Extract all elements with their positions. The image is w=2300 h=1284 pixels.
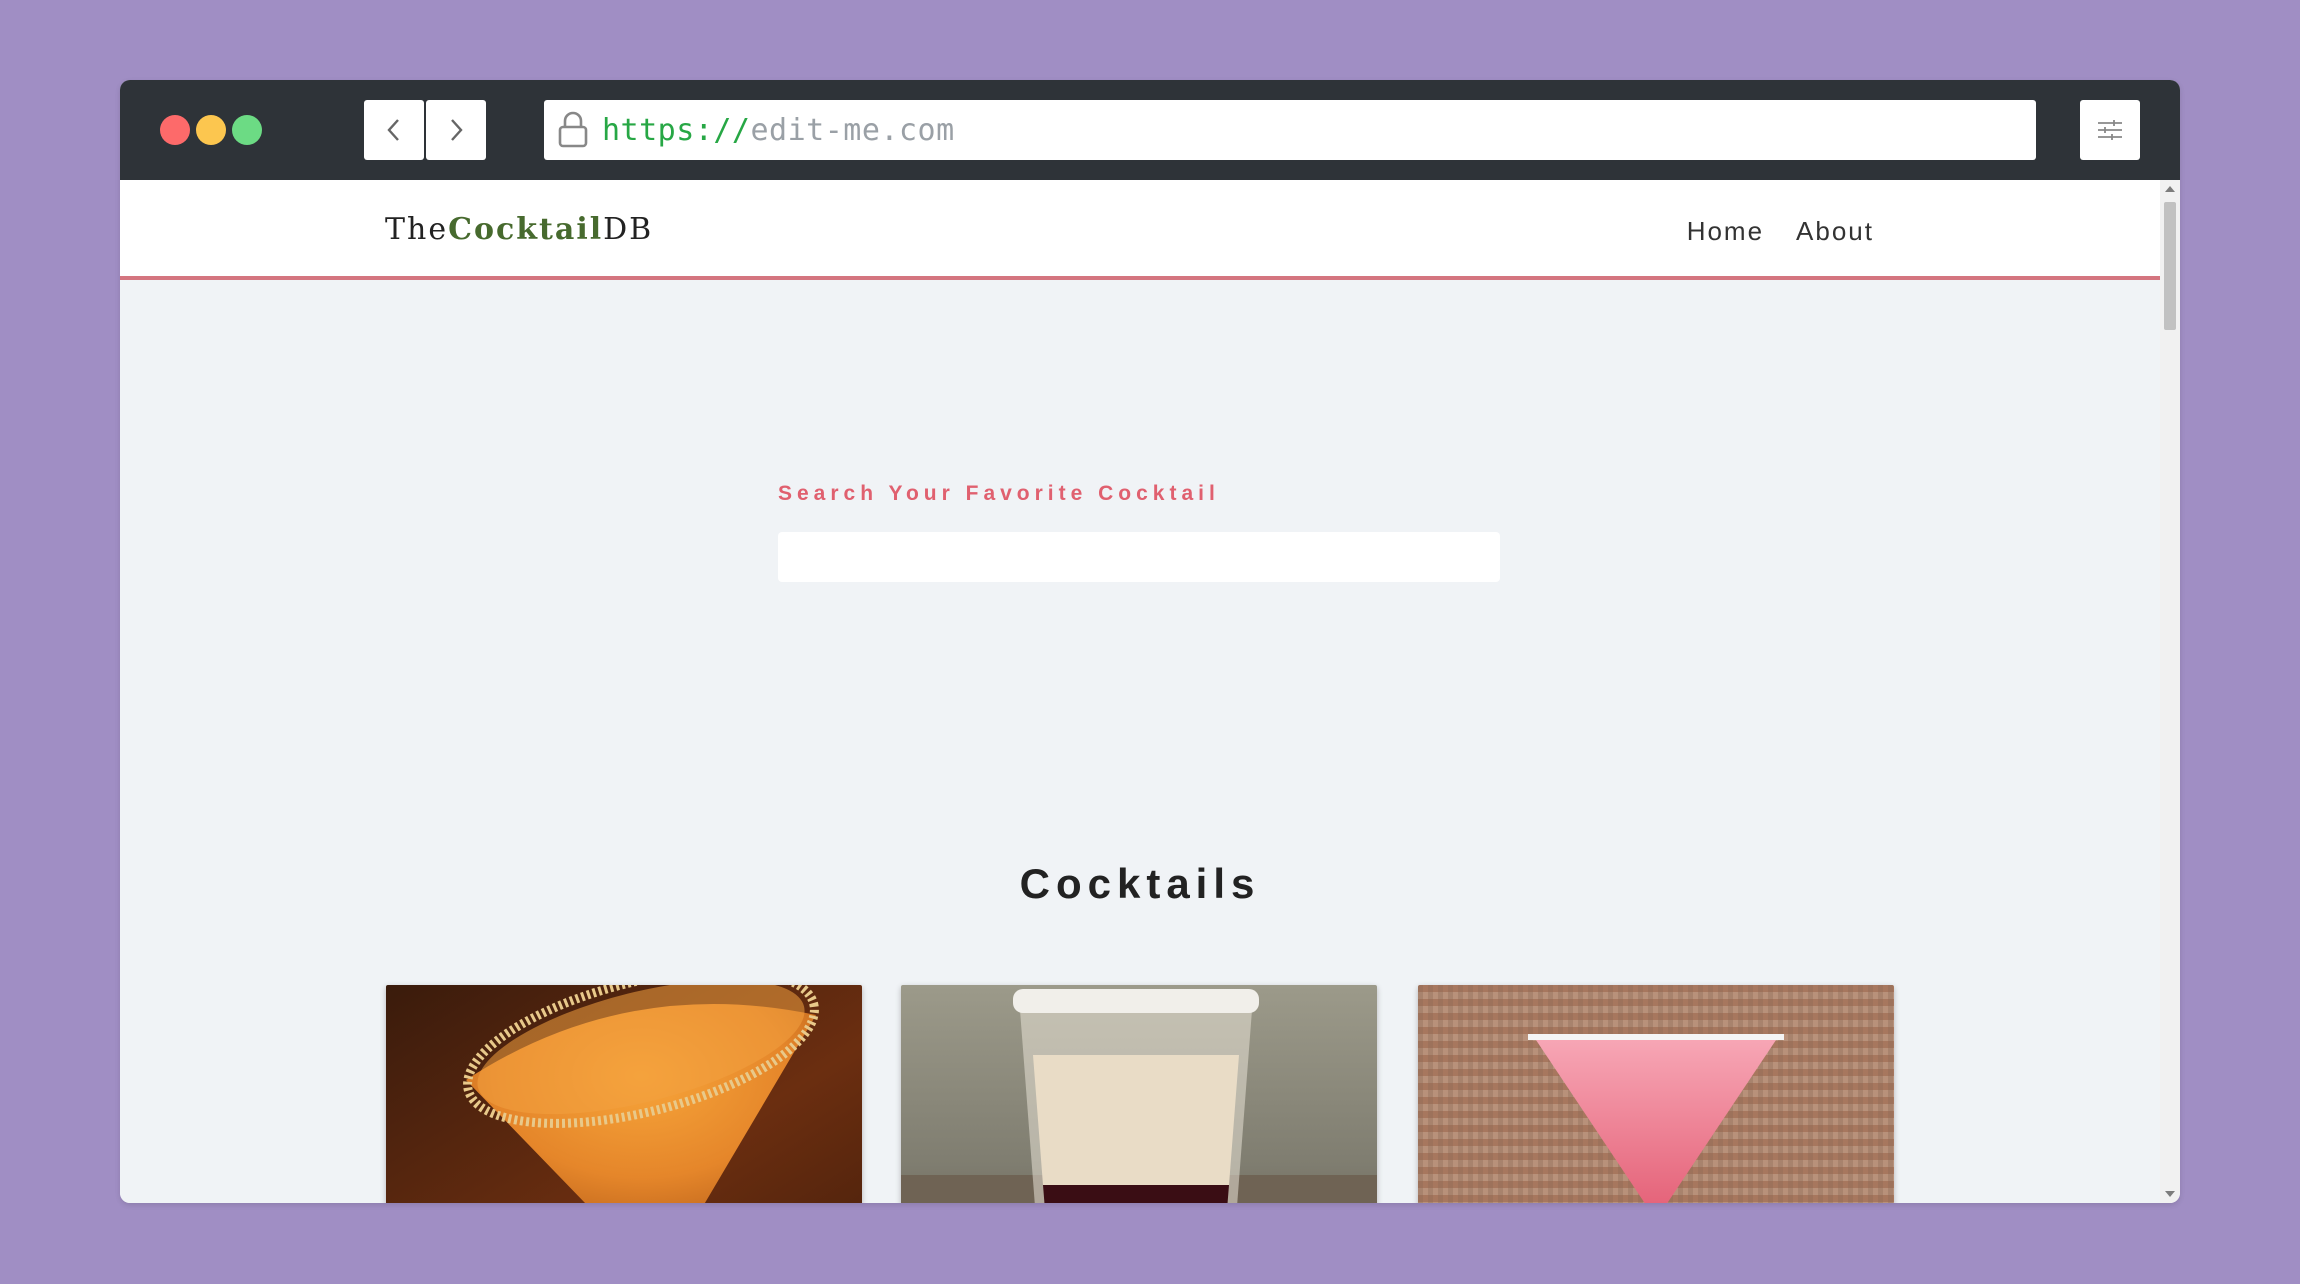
chevron-left-icon [387, 119, 399, 141]
nav-link-about[interactable]: About [1796, 216, 1874, 247]
scroll-up-icon[interactable] [2165, 186, 2175, 192]
url-host: edit-me.com [750, 112, 955, 148]
search-input[interactable] [778, 532, 1500, 582]
cocktail-image [386, 985, 862, 1203]
web-page: TheCocktailDB Home About Search Your Fav… [120, 180, 2160, 1203]
vertical-scrollbar[interactable] [2160, 180, 2180, 1203]
site-logo[interactable]: TheCocktailDB [385, 212, 653, 247]
close-window-button[interactable] [160, 115, 190, 145]
url-scheme: https:// [602, 112, 751, 148]
logo-suffix: DB [603, 212, 654, 247]
url-text: https://edit-me.com [602, 113, 955, 148]
nav-links: Home About [1687, 216, 1874, 247]
address-bar[interactable]: https://edit-me.com [544, 100, 2036, 160]
forward-button[interactable] [426, 100, 486, 160]
back-button[interactable] [364, 100, 424, 160]
scrollbar-thumb[interactable] [2164, 202, 2176, 330]
browser-toolbar: https://edit-me.com [120, 80, 2180, 180]
logo-prefix: The [385, 212, 449, 247]
cocktail-image [1418, 985, 1894, 1203]
scroll-down-icon[interactable] [2165, 1191, 2175, 1197]
maximize-window-button[interactable] [232, 115, 262, 145]
cocktail-card[interactable] [901, 985, 1377, 1203]
site-navbar: TheCocktailDB Home About [120, 180, 2160, 280]
chevron-right-icon [451, 119, 463, 141]
search-label: Search Your Favorite Cocktail [778, 482, 1220, 505]
cocktail-image [901, 985, 1377, 1203]
browser-window: https://edit-me.com TheCocktailDB Home A… [120, 80, 2180, 1203]
minimize-window-button[interactable] [196, 115, 226, 145]
nav-link-home[interactable]: Home [1687, 216, 1764, 247]
sliders-icon [2098, 120, 2122, 140]
settings-button[interactable] [2080, 100, 2140, 160]
cocktail-card[interactable] [1418, 985, 1894, 1203]
cocktail-card[interactable] [386, 985, 862, 1203]
lock-icon [558, 111, 588, 148]
section-title: Cocktails [1019, 860, 1261, 907]
logo-accent: Cocktail [448, 212, 604, 247]
